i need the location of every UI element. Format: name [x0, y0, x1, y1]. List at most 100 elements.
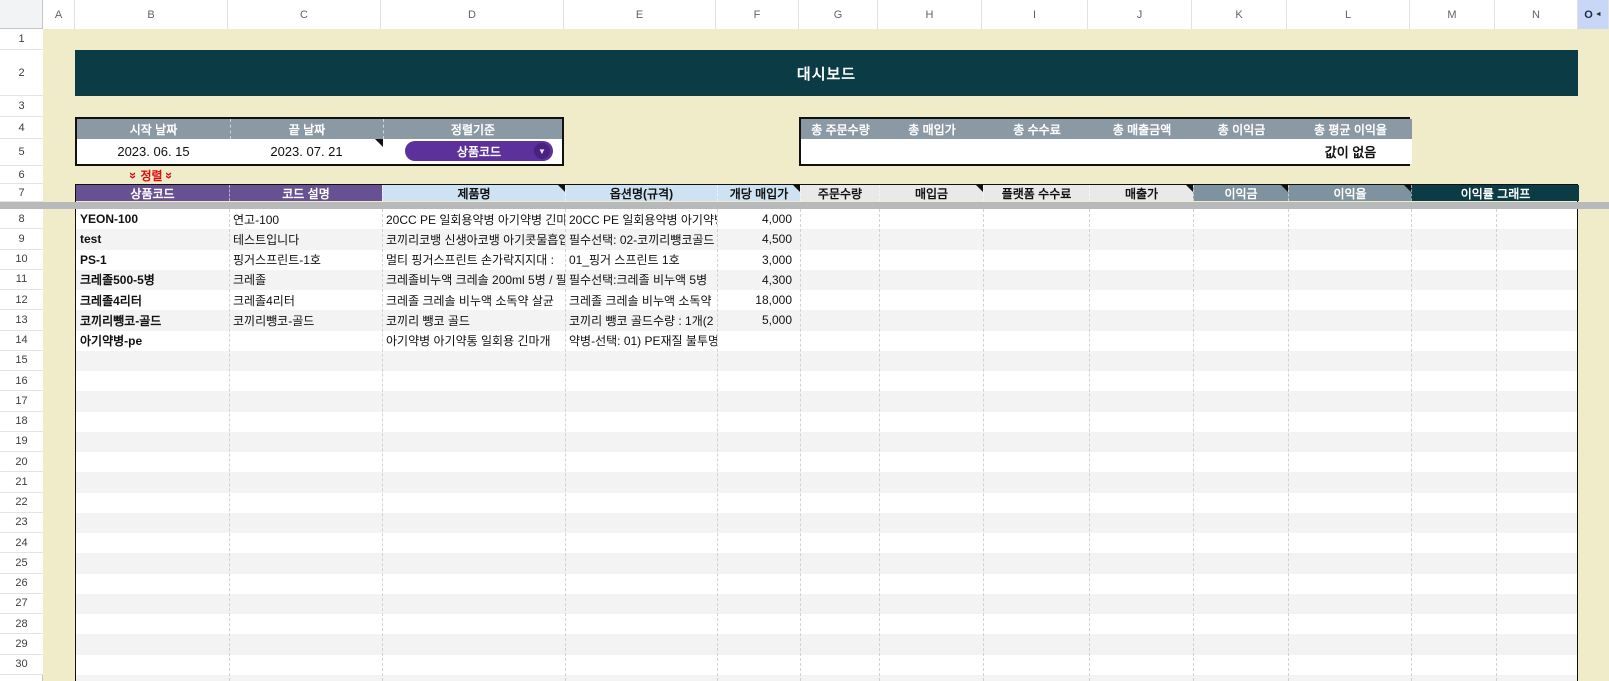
table-cell-product[interactable]: 코끼리코뱅 신생아코뱅 아기콧물흡입	[382, 229, 565, 249]
column-header-C[interactable]: C	[228, 0, 381, 29]
summary-value[interactable]	[984, 139, 1090, 164]
table-column-header[interactable]: 제품명	[382, 185, 565, 201]
table-column-header[interactable]: 매출가	[1089, 185, 1193, 201]
table-row[interactable]	[76, 472, 1577, 493]
table-cell-desc[interactable]	[229, 331, 382, 351]
table-cell-desc[interactable]: 크레졸	[229, 270, 382, 290]
table-column-header[interactable]: 주문수량	[800, 185, 879, 201]
column-header-L[interactable]: L	[1287, 0, 1410, 29]
column-header-G[interactable]: G	[799, 0, 878, 29]
table-row[interactable]: test 테스트입니다 코끼리코뱅 신생아코뱅 아기콧물흡입 필수선택: 02-코끼리…	[76, 229, 1577, 250]
column-header-H[interactable]: H	[878, 0, 982, 29]
table-cell-code[interactable]: 크레졸500-5병	[76, 270, 229, 290]
row-header-1[interactable]: 1	[0, 29, 43, 50]
table-row[interactable]	[76, 431, 1577, 452]
table-column-header[interactable]: 이익율	[1288, 185, 1411, 201]
table-row[interactable]: PS-1 핑거스프린트-1호 멀티 핑거스프린트 손가락지지대 :01_핑거 스프린…	[76, 250, 1577, 270]
row-header-9[interactable]: 9	[0, 229, 43, 250]
table-cell-product[interactable]: 아기약병 아기약통 일회용 긴마개	[382, 331, 565, 351]
table-row[interactable]	[76, 452, 1577, 472]
table-row[interactable]: 크레졸4리터 크레졸4리터 크레졸 크레솔 비누액 소독약 살균 크레졸 크레솔 비누…	[76, 290, 1577, 310]
table-cell-code[interactable]: 아기약병-pe	[76, 331, 229, 351]
table-cell-option[interactable]: 필수선택:크레졸 비누액 5병	[565, 270, 717, 290]
frozen-row-divider[interactable]	[0, 202, 1609, 209]
row-header-23[interactable]: 23	[0, 512, 43, 533]
row-header-10[interactable]: 10	[0, 249, 43, 270]
row-header-2[interactable]: 2	[0, 50, 43, 96]
table-cell-code[interactable]: 크레졸4리터	[76, 290, 229, 310]
column-header-N[interactable]: N	[1495, 0, 1578, 29]
table-row[interactable]	[76, 493, 1577, 513]
row-header-12[interactable]: 12	[0, 290, 43, 311]
row-header-8[interactable]: 8	[0, 209, 43, 230]
table-row[interactable]	[76, 412, 1577, 432]
row-header-3[interactable]: 3	[0, 96, 43, 117]
table-column-header[interactable]: 상품코드	[76, 185, 229, 201]
table-cell-unit_cost[interactable]: 4,000	[717, 209, 800, 229]
row-header-18[interactable]: 18	[0, 411, 43, 432]
table-row[interactable]: 코끼리뺑코-골드 코끼리뺑코-골드 코끼리 뺑코 골드 코끼리 뺑코 골드수량 : 1…	[76, 310, 1577, 331]
table-cell-unit_cost[interactable]: 5,000	[717, 310, 800, 330]
table-row[interactable]: YEON-100 연고-100 20CC PE 일회용약병 아기약병 긴마개 20CC…	[76, 209, 1577, 229]
table-row[interactable]	[76, 371, 1577, 391]
summary-value[interactable]	[880, 139, 984, 164]
column-header-B[interactable]: B	[75, 0, 228, 29]
column-header-I[interactable]: I	[982, 0, 1088, 29]
row-header-20[interactable]: 20	[0, 452, 43, 473]
table-cell-unit_cost[interactable]: 18,000	[717, 290, 800, 310]
row-header-30[interactable]: 30	[0, 654, 43, 675]
row-header-27[interactable]: 27	[0, 593, 43, 614]
row-header-26[interactable]: 26	[0, 573, 43, 594]
table-row[interactable]	[76, 655, 1577, 675]
summary-value[interactable]	[1194, 139, 1289, 164]
table-row[interactable]	[76, 391, 1577, 412]
table-cell-desc[interactable]: 코끼리뺑코-골드	[229, 310, 382, 330]
table-row[interactable]	[76, 674, 1577, 681]
table-cell-product[interactable]: 크레졸 크레솔 비누액 소독약 살균	[382, 290, 565, 310]
table-row[interactable]	[76, 614, 1577, 634]
table-cell-product[interactable]: 코끼리 뺑코 골드	[382, 310, 565, 330]
table-cell-product[interactable]: 20CC PE 일회용약병 아기약병 긴마개	[382, 209, 565, 229]
table-cell-desc[interactable]: 크레졸4리터	[229, 290, 382, 310]
table-cell-unit_cost[interactable]: 3,000	[717, 250, 800, 270]
table-cell-code[interactable]: 코끼리뺑코-골드	[76, 310, 229, 330]
table-cell-code[interactable]: PS-1	[76, 250, 229, 270]
row-header-15[interactable]: 15	[0, 350, 43, 371]
table-cell-product[interactable]: 크레졸비누액 크레솔 200ml 5병 / 필	[382, 270, 565, 290]
table-row[interactable]: 크레졸500-5병 크레졸 크레졸비누액 크레솔 200ml 5병 / 필 필수선택:…	[76, 269, 1577, 290]
table-row[interactable]	[76, 553, 1577, 574]
row-header-14[interactable]: 14	[0, 330, 43, 351]
row-header-17[interactable]: 17	[0, 391, 43, 412]
table-cell-desc[interactable]: 핑거스프린트-1호	[229, 250, 382, 270]
table-cell-code[interactable]: YEON-100	[76, 209, 229, 229]
summary-value[interactable]	[1090, 139, 1194, 164]
table-row[interactable]	[76, 634, 1577, 655]
table-cell-option[interactable]: 코끼리 뺑코 골드수량 : 1개(2	[565, 310, 717, 330]
row-header-29[interactable]: 29	[0, 634, 43, 655]
select-all-corner[interactable]	[0, 0, 43, 29]
row-header-19[interactable]: 19	[0, 431, 43, 452]
table-row[interactable]	[76, 533, 1577, 553]
table-cell-option[interactable]: 필수선택: 02-코끼리뺑코골드	[565, 229, 717, 249]
row-header-21[interactable]: 21	[0, 472, 43, 493]
table-column-header[interactable]: 매입금	[879, 185, 983, 201]
row-header-16[interactable]: 16	[0, 371, 43, 392]
chevron-down-icon[interactable]: ▼	[534, 143, 550, 159]
table-row[interactable]	[76, 574, 1577, 594]
column-header-D[interactable]: D	[381, 0, 564, 29]
sort-dropdown[interactable]: 상품코드 ▼	[405, 141, 553, 161]
row-header-22[interactable]: 22	[0, 492, 43, 513]
summary-value[interactable]	[801, 139, 880, 164]
table-column-header[interactable]: 이익금	[1193, 185, 1288, 201]
start-date-cell[interactable]: 2023. 06. 15	[77, 139, 230, 164]
column-header-O[interactable]: O ◄	[1578, 0, 1609, 29]
table-row[interactable]	[76, 512, 1577, 533]
table-cell-code[interactable]: test	[76, 229, 229, 249]
table-row[interactable]	[76, 593, 1577, 614]
table-cell-option[interactable]: 01_핑거 스프린트 1호	[565, 250, 717, 270]
table-cell-option[interactable]: 크레졸 크레솔 비누액 소독약	[565, 290, 717, 310]
column-header-E[interactable]: E	[564, 0, 716, 29]
row-header-25[interactable]: 25	[0, 553, 43, 574]
column-header-M[interactable]: M	[1410, 0, 1495, 29]
row-header-28[interactable]: 28	[0, 614, 43, 635]
